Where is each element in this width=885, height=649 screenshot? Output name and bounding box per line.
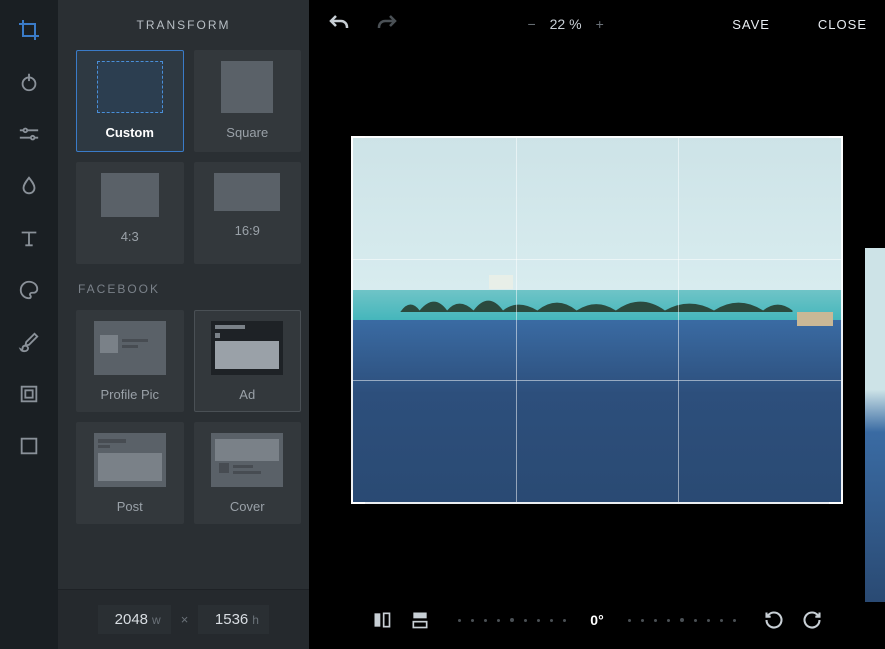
tool-rail xyxy=(0,0,58,649)
rotation-slider[interactable] xyxy=(458,618,566,622)
preset-thumb xyxy=(211,433,283,487)
palette-icon[interactable] xyxy=(17,278,41,302)
preset-thumb xyxy=(94,433,166,487)
frame-icon[interactable] xyxy=(17,382,41,406)
transform-panel: TRANSFORM Custom Square 4:3 16:9 FACEBOO… xyxy=(58,0,309,649)
rotate-cw-icon[interactable] xyxy=(802,610,822,630)
preset-thumb xyxy=(214,173,280,211)
preset-label: Square xyxy=(226,125,268,140)
preset-fb-ad[interactable]: Ad xyxy=(194,310,302,412)
zoom-in-button[interactable]: + xyxy=(596,16,604,32)
panel-title: TRANSFORM xyxy=(58,0,309,50)
resize-icon[interactable] xyxy=(17,434,41,458)
preset-thumb xyxy=(221,61,273,113)
preset-thumb xyxy=(211,321,283,375)
rotation-slider-right[interactable] xyxy=(628,618,736,622)
width-unit: w xyxy=(152,613,161,627)
preset-fb-profile[interactable]: Profile Pic xyxy=(76,310,184,412)
preset-label: Profile Pic xyxy=(100,387,159,402)
zoom-value: 22 % xyxy=(550,16,582,32)
zoom-controls: − 22 % + xyxy=(423,16,708,32)
droplet-icon[interactable] xyxy=(17,174,41,198)
dimensions-footer: w × h xyxy=(58,589,309,649)
type-icon[interactable] xyxy=(17,226,41,250)
preset-custom[interactable]: Custom xyxy=(76,50,184,152)
preset-label: 16:9 xyxy=(235,223,260,238)
preset-label: Post xyxy=(117,499,143,514)
power-icon[interactable] xyxy=(17,70,41,94)
undo-button[interactable] xyxy=(327,12,351,36)
preset-thumb xyxy=(97,61,163,113)
preset-label: 4:3 xyxy=(121,229,139,244)
rotate-ccw-icon[interactable] xyxy=(764,610,784,630)
height-group: h xyxy=(198,605,269,634)
width-group: w xyxy=(98,605,171,634)
sliders-icon[interactable] xyxy=(17,122,41,146)
section-facebook: FACEBOOK xyxy=(78,282,301,296)
save-button[interactable]: SAVE xyxy=(732,17,770,32)
height-input[interactable] xyxy=(208,611,248,628)
flip-horizontal-icon[interactable] xyxy=(372,610,392,630)
image-overflow xyxy=(865,248,885,602)
preset-4-3[interactable]: 4:3 xyxy=(76,162,184,264)
preset-fb-post[interactable]: Post xyxy=(76,422,184,524)
bottombar: 0° xyxy=(309,591,885,649)
height-unit: h xyxy=(252,613,259,627)
brush-icon[interactable] xyxy=(17,330,41,354)
canvas-wrap[interactable] xyxy=(309,48,885,591)
dimension-lock-icon[interactable]: × xyxy=(179,612,191,627)
preset-square[interactable]: Square xyxy=(194,50,302,152)
close-button[interactable]: CLOSE xyxy=(818,17,867,32)
rotation-angle: 0° xyxy=(584,612,609,628)
flip-vertical-icon[interactable] xyxy=(410,610,430,630)
crop-frame[interactable] xyxy=(351,136,843,504)
preset-label: Cover xyxy=(230,499,265,514)
panel-body[interactable]: Custom Square 4:3 16:9 FACEBOOK Profile xyxy=(58,50,309,589)
canvas-area: − 22 % + SAVE CLOSE xyxy=(309,0,885,649)
redo-button[interactable] xyxy=(375,12,399,36)
width-input[interactable] xyxy=(108,611,148,628)
preset-label: Custom xyxy=(106,125,154,140)
photo-preview xyxy=(351,136,843,504)
zoom-out-button[interactable]: − xyxy=(527,16,535,32)
preset-thumb xyxy=(94,321,166,375)
topbar: − 22 % + SAVE CLOSE xyxy=(309,0,885,48)
preset-label: Ad xyxy=(239,387,255,402)
preset-thumb xyxy=(101,173,159,217)
preset-16-9[interactable]: 16:9 xyxy=(194,162,302,264)
preset-fb-cover[interactable]: Cover xyxy=(194,422,302,524)
crop-icon[interactable] xyxy=(17,18,41,42)
